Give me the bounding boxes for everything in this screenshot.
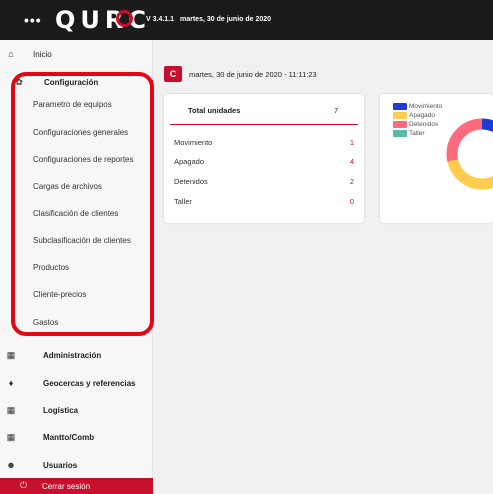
- legend-swatch: [393, 121, 407, 128]
- total-units-value: 7: [334, 106, 339, 115]
- sidebar-item-label: Geocercas y referencias: [43, 379, 136, 388]
- divider: [170, 124, 358, 125]
- grid-icon: ▦: [6, 350, 16, 360]
- current-datetime: martes, 30 de junio de 2020 - 11:11:23: [189, 70, 317, 79]
- sidebar-item-mantto[interactable]: ▦ Mantto/Comb: [0, 425, 153, 451]
- legend-label: Detenidos: [409, 121, 439, 128]
- power-icon: ⏻: [20, 480, 28, 490]
- sidebar-item-label: Administración: [43, 351, 102, 360]
- status-row-value: 1: [349, 138, 354, 147]
- units-summary-card: Total unidades 7 Movimiento 1 Apagado 4 Dete…: [164, 94, 364, 223]
- sidebar-item-administracion[interactable]: ▦ Administración: [0, 343, 153, 369]
- logo-ring: [116, 10, 133, 27]
- sidebar-item-label: Logística: [43, 406, 79, 415]
- map-pin-icon: ♦: [8, 378, 14, 388]
- sidebar-item-label: Mantto/Comb: [43, 433, 95, 442]
- sidebar-item-usuarios[interactable]: ☻ Usuarios: [0, 453, 153, 479]
- sidebar-item-inicio[interactable]: ⌂ Inicio: [0, 42, 153, 68]
- status-donut-chart: [446, 118, 493, 190]
- home-icon: ⌂: [8, 49, 14, 59]
- refresh-button[interactable]: C: [164, 66, 182, 82]
- sidebar-item-label: Usuarios: [43, 461, 78, 470]
- legend-label: Apagado: [409, 112, 436, 119]
- status-row-label: Movimiento: [174, 138, 213, 147]
- status-row-value: 0: [349, 197, 354, 206]
- sidebar-item-geocercas[interactable]: ♦ Geocercas y referencias: [0, 371, 153, 397]
- app-logo: QURC: [55, 6, 151, 34]
- status-row-label: Detenidos: [174, 177, 208, 186]
- legend-swatch: [393, 130, 407, 137]
- header-date: martes, 30 de junio de 2020: [180, 16, 272, 23]
- logout-button[interactable]: ⏻ Cerrar sesión: [0, 478, 153, 494]
- ellipsis-icon[interactable]: •••: [24, 12, 42, 28]
- grid-icon: ▦: [6, 405, 16, 415]
- legend-swatch: [393, 103, 407, 110]
- users-icon: ☻: [6, 460, 16, 470]
- top-bar: ••• QURC V 3.4.1.1 martes, 30 de junio d…: [0, 0, 493, 40]
- status-row-value: 4: [349, 157, 354, 166]
- legend-swatch: [393, 112, 407, 119]
- grid-icon: ▦: [6, 432, 16, 442]
- highlight-outline: [11, 72, 154, 336]
- app-version: V 3.4.1.1: [146, 16, 175, 23]
- status-chart-card: Movimiento Apagado Detenidos Taller: [380, 94, 493, 223]
- logout-label: Cerrar sesión: [42, 482, 91, 491]
- total-units-header: Total unidades: [188, 106, 241, 115]
- legend-label: Taller: [409, 130, 425, 137]
- sidebar-item-label: Inicio: [33, 50, 52, 59]
- status-row-value: 2: [349, 177, 354, 186]
- legend-label: Movimiento: [409, 103, 443, 110]
- status-row-label: Apagado: [174, 157, 205, 166]
- status-row-label: Taller: [174, 197, 192, 206]
- sidebar-item-logistica[interactable]: ▦ Logística: [0, 398, 153, 424]
